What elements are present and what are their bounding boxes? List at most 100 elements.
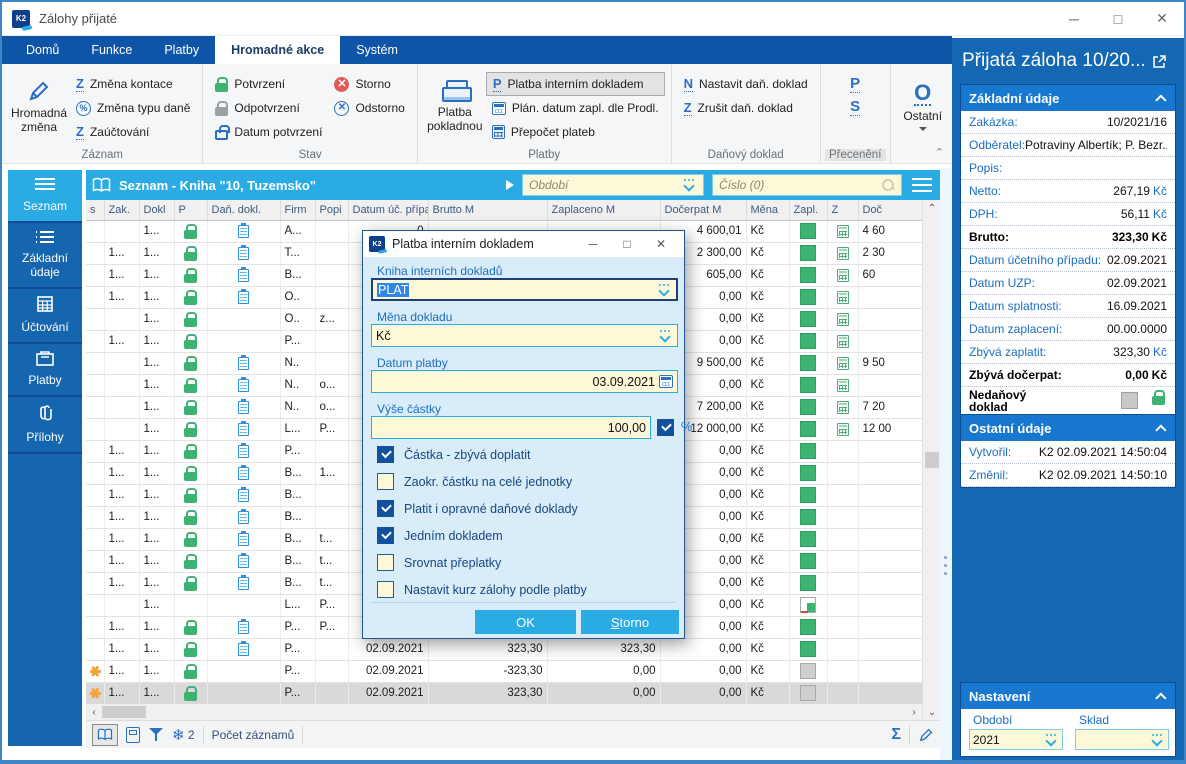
scroll-up-icon[interactable]: ⌃ — [923, 200, 941, 216]
horizontal-scroll-thumb[interactable] — [102, 706, 146, 718]
panel-splitter[interactable] — [940, 168, 952, 760]
sidebar-item-platby[interactable]: Platby — [8, 344, 82, 398]
dialog-maximize-button[interactable]: □ — [610, 231, 644, 257]
platba-pokladnou-button[interactable]: Platba pokladnou — [424, 68, 486, 145]
menu-icon[interactable] — [912, 178, 932, 192]
sklad-select[interactable] — [1075, 729, 1169, 750]
column-header-2[interactable]: Zak. — [104, 200, 139, 220]
edit-pencil-icon[interactable] — [918, 727, 934, 743]
vertical-scrollbar[interactable]: ⌃ ⌄ — [922, 200, 940, 720]
minimize-button[interactable]: ─ — [1052, 2, 1096, 35]
ok-button[interactable]: OK — [475, 610, 576, 634]
card-view-button[interactable] — [126, 727, 140, 743]
zmena-kontace-button[interactable]: ZZměna kontace — [70, 72, 196, 96]
storno-button[interactable]: Storno — [581, 610, 679, 634]
scroll-down-icon[interactable]: ⌄ — [923, 704, 941, 720]
plan-datum-button[interactable]: Plán. datum zapl. dle Prodl. — [486, 96, 665, 120]
sidebar-item-uctovani[interactable]: Účtování — [8, 289, 82, 344]
sum-button[interactable]: Σ — [891, 726, 901, 744]
column-header-10[interactable]: Zaplaceno M — [547, 200, 660, 220]
sidebar-item-zakladni-udaje[interactable]: Základní údaje — [8, 223, 82, 289]
obdobi-select[interactable]: 2021 — [969, 729, 1063, 750]
dialog-close-button[interactable]: ✕ — [644, 231, 678, 257]
column-header-4[interactable]: P — [174, 200, 207, 220]
tab-hromadne-akce[interactable]: Hromadné akce — [215, 36, 340, 64]
period-filter-input[interactable]: Období — [522, 174, 704, 196]
column-header-6[interactable]: Firm — [280, 200, 315, 220]
column-header-9[interactable]: Brutto M — [428, 200, 547, 220]
dialog-checkbox-3[interactable]: Platit i opravné daňové doklady — [377, 500, 578, 517]
filter-button[interactable] — [148, 727, 164, 743]
checkbox-icon[interactable] — [377, 581, 394, 598]
column-header-14[interactable]: Z — [827, 200, 858, 220]
tab-funkce[interactable]: Funkce — [75, 36, 148, 64]
zrusit-dan-doklad-button[interactable]: ZZrušit daň. doklad — [678, 96, 814, 120]
checkbox-icon[interactable] — [377, 500, 394, 517]
open-in-window-icon[interactable] — [1152, 54, 1167, 69]
horizontal-scrollbar[interactable]: ‹ › — [86, 704, 922, 720]
prepocet-plateb-button[interactable]: Přepočet plateb — [486, 120, 665, 144]
percent-checkbox[interactable] — [657, 419, 674, 436]
column-header-13[interactable]: Zapl. — [789, 200, 827, 220]
column-header-12[interactable]: Měna — [746, 200, 789, 220]
sidebar-item-prilohy[interactable]: Přílohy — [8, 397, 82, 454]
section-header[interactable]: Nastavení — [961, 683, 1175, 709]
checkbox-icon[interactable] — [377, 527, 394, 544]
dialog-checkbox-4[interactable]: Jedním dokladem — [377, 527, 503, 544]
scroll-left-icon[interactable]: ‹ — [86, 707, 102, 718]
letter-p-icon[interactable]: P — [850, 76, 860, 93]
dialog-minimize-button[interactable]: ─ — [576, 231, 610, 257]
calendar-icon[interactable] — [659, 375, 673, 388]
column-header-5[interactable]: Daň. dokl. — [207, 200, 280, 220]
combo-dropdown-icon[interactable] — [682, 178, 697, 192]
column-header-7[interactable]: Popi — [315, 200, 348, 220]
scroll-right-icon[interactable]: › — [906, 707, 922, 718]
play-icon[interactable] — [506, 180, 514, 190]
storno-button[interactable]: ✕Storno — [328, 72, 410, 96]
odstorno-button[interactable]: ✕Odstorno — [328, 96, 410, 120]
datum-potvrzeni-button[interactable]: Datum potvrzení — [209, 120, 328, 144]
section-header[interactable]: Základní údaje — [961, 85, 1175, 111]
letter-s-icon[interactable]: S — [850, 99, 860, 116]
checkbox-icon[interactable] — [377, 554, 394, 571]
potvrzeni-button[interactable]: Potvrzení — [209, 72, 328, 96]
checkbox-icon[interactable] — [377, 446, 394, 463]
vyse-castky-input[interactable]: 100,00 — [371, 416, 651, 439]
vertical-scroll-thumb[interactable] — [925, 452, 939, 468]
maximize-button[interactable]: □ — [1096, 2, 1140, 35]
close-button[interactable]: ✕ — [1140, 2, 1184, 35]
column-header-1[interactable]: s — [86, 200, 104, 220]
dialog-checkbox-2[interactable]: Zaokr. částku na celé jednotky — [377, 473, 572, 490]
platba-internim-dokladem-button[interactable]: PPlatba interním dokladem — [486, 72, 665, 96]
column-header-15[interactable]: Doč — [858, 200, 922, 220]
dialog-title-bar[interactable]: K2 Platba interním dokladem ─ □ ✕ — [363, 231, 684, 258]
frozen-rows-indicator[interactable]: ❄ 2 — [172, 726, 195, 744]
zauctovani-button[interactable]: ZZaúčtování — [70, 120, 196, 144]
table-row[interactable]: 1...1...P...02.09.2021323,300,000,00Kč — [86, 682, 922, 704]
sidebar-item-seznam[interactable]: Seznam — [8, 170, 82, 223]
tab-platby[interactable]: Platby — [148, 36, 215, 64]
dialog-checkbox-5[interactable]: Srovnat přeplatky — [377, 554, 501, 571]
combo-dropdown-icon[interactable] — [1150, 733, 1165, 747]
ostatni-button[interactable]: O Ostatní — [897, 68, 949, 145]
zmena-typu-dane-button[interactable]: %Změna typu daně — [70, 96, 196, 120]
dialog-checkbox-1[interactable]: Částka - zbývá doplatit — [377, 446, 530, 463]
nastavit-dan-doklad-button[interactable]: NNastavit daň. doklad — [678, 72, 814, 96]
mena-input[interactable]: Kč — [371, 324, 678, 347]
column-header-11[interactable]: Dočerpat M — [660, 200, 746, 220]
tab-domu[interactable]: Domů — [10, 36, 75, 64]
column-header-3[interactable]: Dokl — [139, 200, 174, 220]
checkbox-icon[interactable] — [377, 473, 394, 490]
combo-dropdown-icon[interactable] — [658, 329, 673, 343]
odpotvrzeni-button[interactable]: Odpotvrzení — [209, 96, 328, 120]
combo-dropdown-icon[interactable] — [1044, 733, 1059, 747]
table-row[interactable]: 1...1...P...02.09.2021-323,300,000,00Kč — [86, 660, 922, 682]
datum-platby-input[interactable]: 03.09.2021 — [371, 370, 678, 393]
kniha-input[interactable]: PLAT — [371, 278, 678, 301]
dialog-checkbox-6[interactable]: Nastavit kurz zálohy podle platby — [377, 581, 587, 598]
table-row[interactable]: 1...1...P...02.09.2021323,30323,300,00Kč — [86, 638, 922, 660]
tab-system[interactable]: Systém — [340, 36, 414, 64]
section-header[interactable]: Ostatní údaje — [961, 415, 1175, 441]
ribbon-collapse-icon[interactable]: ⌃ — [935, 146, 944, 159]
hromadna-zmena-button[interactable]: Hromadná změna — [8, 68, 70, 145]
